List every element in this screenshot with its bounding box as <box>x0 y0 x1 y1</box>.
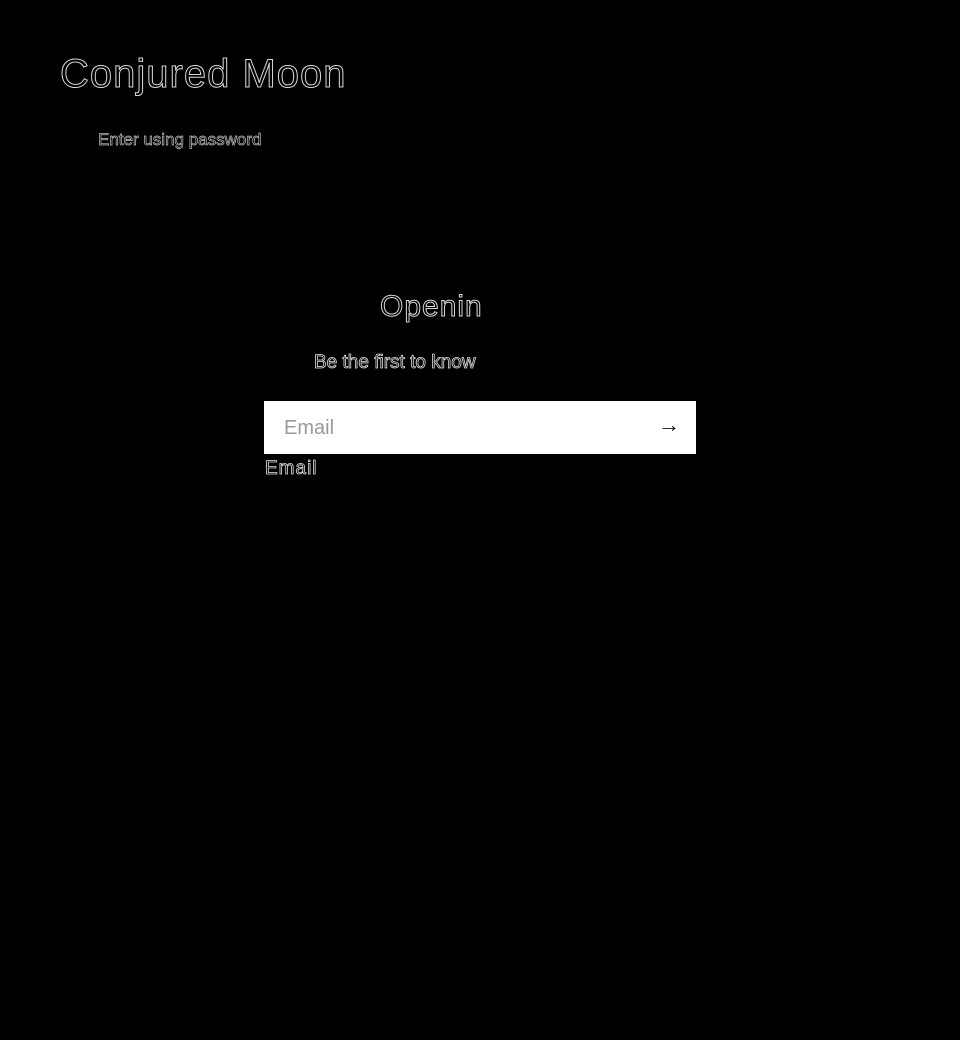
email-form: → <box>264 401 696 456</box>
subheading: Be the first to know <box>314 352 476 373</box>
page-heading: Opening <box>380 290 482 324</box>
enter-using-password-link[interactable]: Enter using password <box>98 130 262 150</box>
email-input[interactable] <box>282 401 646 456</box>
email-label: Email <box>265 458 318 480</box>
arrow-right-icon: → <box>658 412 680 437</box>
subscribe-button[interactable]: → <box>656 413 682 439</box>
store-name: Conjured Moon <box>60 52 347 97</box>
